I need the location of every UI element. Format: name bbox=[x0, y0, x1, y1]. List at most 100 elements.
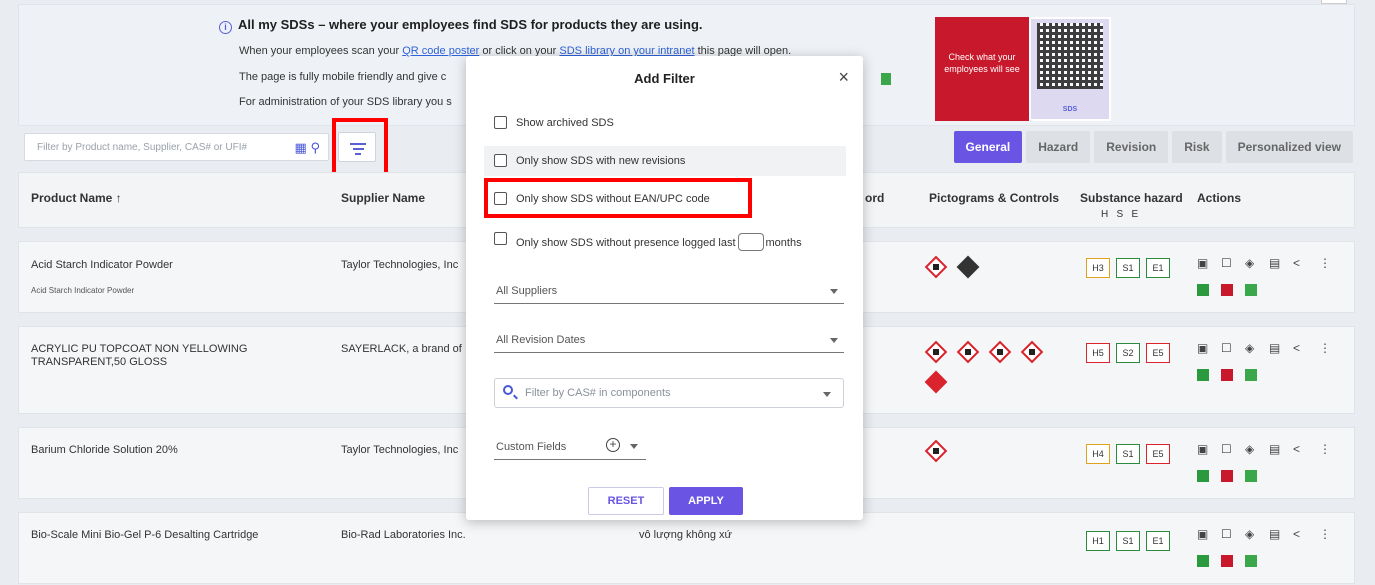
share-icon[interactable]: < bbox=[1293, 256, 1300, 270]
gas-cylinder-pictogram-icon bbox=[956, 255, 980, 279]
first-aid-icon[interactable] bbox=[1197, 555, 1209, 567]
show-archived-option[interactable]: Show archived SDS bbox=[484, 108, 846, 138]
fire-icon[interactable] bbox=[1221, 555, 1233, 567]
header-hse: H S E bbox=[1101, 209, 1139, 220]
tab-revision[interactable]: Revision bbox=[1094, 131, 1169, 163]
emergency-icon[interactable] bbox=[1245, 369, 1257, 381]
share-icon[interactable]: < bbox=[1293, 341, 1300, 355]
banner-line-2: The page is fully mobile friendly and gi… bbox=[239, 71, 447, 83]
apply-button[interactable]: APPLY bbox=[669, 487, 743, 515]
table-row[interactable]: Bio-Scale Mini Bio-Gel P-6 Desalting Car… bbox=[18, 512, 1355, 584]
print-label-icon[interactable]: ▤ bbox=[1269, 527, 1280, 541]
supplier-name: Taylor Technologies, Inc bbox=[341, 259, 459, 271]
show-archived-label: Show archived SDS bbox=[516, 117, 614, 129]
product-name[interactable]: Barium Chloride Solution 20% bbox=[31, 444, 178, 456]
e-rating-badge: E5 bbox=[1146, 444, 1170, 464]
more-options-icon[interactable]: ⋮ bbox=[1319, 341, 1331, 355]
first-aid-icon[interactable] bbox=[1197, 284, 1209, 296]
product-name[interactable]: ACRYLIC PU TOPCOAT NON YELLOWING TRANSPA… bbox=[31, 343, 311, 369]
first-aid-icon[interactable] bbox=[1197, 470, 1209, 482]
s-rating-badge: S1 bbox=[1116, 444, 1140, 464]
flammable-filled-pictogram-icon bbox=[924, 370, 948, 394]
first-aid-icon[interactable] bbox=[1197, 369, 1209, 381]
months-input[interactable] bbox=[737, 233, 764, 251]
view-pdf-icon[interactable]: ▣ bbox=[1197, 442, 1208, 456]
h-rating-badge: H5 bbox=[1086, 343, 1110, 363]
suppliers-select[interactable]: All Suppliers bbox=[494, 280, 844, 304]
show-archived-checkbox[interactable] bbox=[494, 116, 507, 129]
edit-icon[interactable]: ☐ bbox=[1221, 442, 1232, 456]
barcode-scan-icon[interactable]: ▦ bbox=[295, 140, 307, 155]
emergency-icon[interactable] bbox=[1245, 284, 1257, 296]
tag-icon[interactable]: ◈ bbox=[1245, 256, 1254, 270]
promo-card[interactable]: Check what your employees will see SDS bbox=[935, 17, 1111, 121]
print-icon[interactable] bbox=[881, 73, 891, 85]
fire-icon[interactable] bbox=[1221, 284, 1233, 296]
header-supplier-name[interactable]: Supplier Name bbox=[341, 191, 425, 205]
tab-general[interactable]: General bbox=[953, 131, 1023, 163]
s-rating-badge: S1 bbox=[1116, 531, 1140, 551]
header-pictograms: Pictograms & Controls bbox=[929, 191, 1060, 205]
more-options-icon[interactable]: ⋮ bbox=[1319, 527, 1331, 541]
share-icon[interactable]: < bbox=[1293, 527, 1300, 541]
e-rating-badge: E1 bbox=[1146, 531, 1170, 551]
presence-label: Only show SDS without presence logged la… bbox=[516, 233, 802, 251]
tag-icon[interactable]: ◈ bbox=[1245, 442, 1254, 456]
more-options-icon[interactable]: ⋮ bbox=[1319, 256, 1331, 270]
print-label-icon[interactable]: ▤ bbox=[1269, 442, 1280, 456]
flammable-pictogram-icon bbox=[924, 340, 948, 364]
add-filter-dialog: Add Filter × Show archived SDS Only show… bbox=[466, 56, 863, 520]
presence-option[interactable]: Only show SDS without presence logged la… bbox=[484, 224, 846, 254]
search-icons: ▦ ⚲ bbox=[295, 140, 320, 156]
fire-icon[interactable] bbox=[1221, 369, 1233, 381]
header-product-name[interactable]: Product Name ↑ bbox=[31, 191, 122, 205]
edit-icon[interactable]: ☐ bbox=[1221, 341, 1232, 355]
chevron-down-icon bbox=[830, 289, 838, 294]
more-options-icon[interactable]: ⋮ bbox=[1319, 442, 1331, 456]
presence-checkbox[interactable] bbox=[494, 232, 507, 245]
tab-personalized-view[interactable]: Personalized view bbox=[1225, 131, 1353, 163]
print-label-icon[interactable]: ▤ bbox=[1269, 341, 1280, 355]
view-pdf-icon[interactable]: ▣ bbox=[1197, 527, 1208, 541]
view-pdf-icon[interactable]: ▣ bbox=[1197, 256, 1208, 270]
emergency-icon[interactable] bbox=[1245, 555, 1257, 567]
highlight-filter-button bbox=[332, 118, 388, 176]
chevron-down-icon bbox=[823, 392, 831, 397]
tag-icon[interactable]: ◈ bbox=[1245, 341, 1254, 355]
custom-fields-label: Custom Fields bbox=[496, 441, 567, 453]
chevron-down-icon bbox=[830, 338, 838, 343]
revision-dates-select-value: All Revision Dates bbox=[496, 334, 586, 346]
tag-icon[interactable]: ◈ bbox=[1245, 527, 1254, 541]
promo-brand: SDS bbox=[1062, 106, 1078, 113]
product-name[interactable]: Bio-Scale Mini Bio-Gel P-6 Desalting Car… bbox=[31, 529, 258, 541]
edit-icon[interactable]: ☐ bbox=[1221, 527, 1232, 541]
tab-hazard[interactable]: Hazard bbox=[1026, 131, 1091, 163]
search-icon bbox=[503, 385, 513, 395]
share-icon[interactable]: < bbox=[1293, 442, 1300, 456]
health-hazard-pictogram-icon bbox=[1020, 340, 1044, 364]
product-name[interactable]: Acid Starch Indicator Powder bbox=[31, 259, 173, 271]
emergency-icon[interactable] bbox=[1245, 470, 1257, 482]
custom-fields-select[interactable]: Custom Fields + bbox=[494, 436, 646, 460]
edit-icon[interactable]: ☐ bbox=[1221, 256, 1232, 270]
view-pdf-icon[interactable]: ▣ bbox=[1197, 341, 1208, 355]
exclamation-pictogram-icon bbox=[988, 340, 1012, 364]
qr-code-image: SDS bbox=[1031, 19, 1109, 119]
new-revisions-option[interactable]: Only show SDS with new revisions bbox=[484, 146, 846, 176]
reset-button[interactable]: RESET bbox=[588, 487, 664, 515]
s-rating-badge: S2 bbox=[1116, 343, 1140, 363]
search-icon[interactable]: ⚲ bbox=[310, 140, 320, 155]
tab-risk[interactable]: Risk bbox=[1172, 131, 1222, 163]
revision-dates-select[interactable]: All Revision Dates bbox=[494, 329, 844, 353]
suppliers-select-value: All Suppliers bbox=[496, 285, 558, 297]
dialog-title: Add Filter bbox=[634, 71, 695, 86]
search-input[interactable]: Filter by Product name, Supplier, CAS# o… bbox=[24, 133, 329, 161]
chevron-down-icon[interactable] bbox=[630, 444, 638, 449]
add-icon[interactable]: + bbox=[606, 438, 620, 452]
close-icon[interactable]: × bbox=[838, 68, 849, 86]
new-revisions-checkbox[interactable] bbox=[494, 154, 507, 167]
fire-icon[interactable] bbox=[1221, 470, 1233, 482]
cas-filter-input[interactable]: Filter by CAS# in components bbox=[494, 378, 844, 408]
print-label-icon[interactable]: ▤ bbox=[1269, 256, 1280, 270]
view-tabs: General Hazard Revision Risk Personalize… bbox=[953, 131, 1353, 163]
